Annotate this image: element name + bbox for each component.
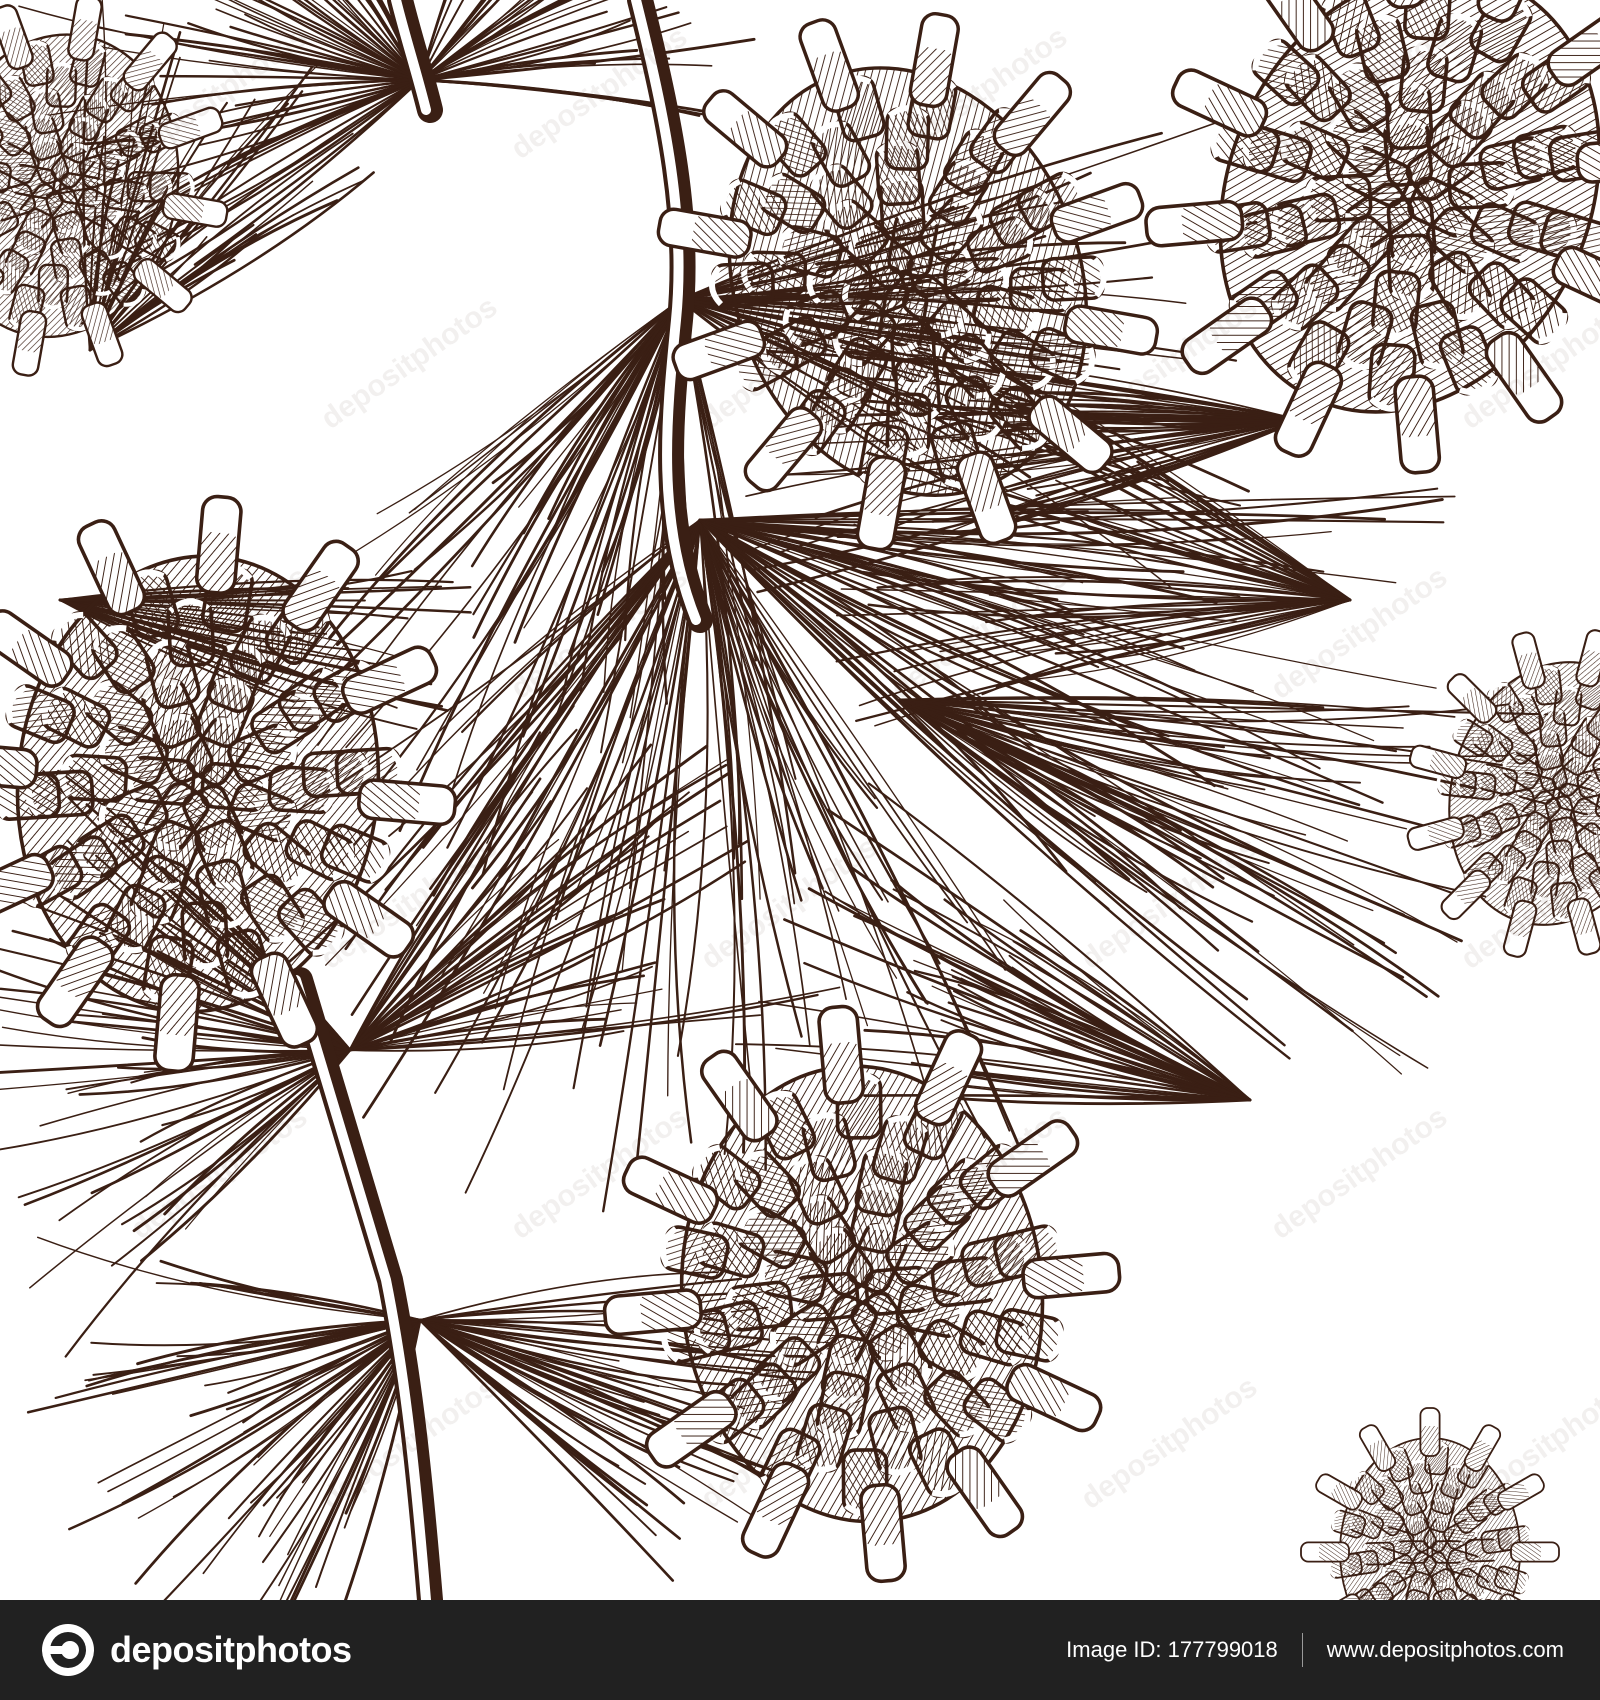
cone-outer-scale-shade (1575, 649, 1600, 687)
meta-divider (1301, 1633, 1303, 1667)
cone-outer-scale-shade (1181, 201, 1243, 243)
image-meta: Image ID: 177799018 www.depositphotos.co… (1066, 1633, 1564, 1667)
cone-scale (1040, 255, 1107, 302)
cone-outer-scale (859, 1482, 907, 1584)
cone-outer-scale (817, 1004, 866, 1105)
watermark: depositphotos (1075, 1370, 1263, 1516)
cone-outer-scale (602, 1288, 703, 1337)
watermark: depositphotos (125, 1100, 313, 1246)
cone-scale-body (1040, 255, 1105, 302)
cone-outer-scale (357, 778, 458, 827)
cone-scale-body (711, 261, 776, 308)
pine-cone (0, 0, 229, 377)
pine-branch-illustration: depositphotos depositphotos depositphotos d… (0, 0, 1600, 1600)
cone-outer-scale (1144, 199, 1245, 248)
cone-outer-scale (1419, 1407, 1441, 1457)
cone-scale (709, 261, 776, 308)
stock-image-view: depositphotos depositphotos depositphotos d… (0, 0, 1600, 1700)
cone-outer-scale-shade (1420, 1426, 1440, 1456)
site-url-link[interactable]: www.depositphotos.com (1327, 1637, 1564, 1663)
cone-outer-scale-shade (1394, 375, 1437, 438)
cone-outer-scale (644, 1389, 738, 1469)
depositphotos-logo-icon (42, 1624, 94, 1676)
cone-outer-scale (1021, 1251, 1122, 1300)
cone-outer-scale-shade (1511, 1542, 1542, 1562)
stock-footer-bar: depositphotos Image ID: 177799018 www.de… (0, 1600, 1600, 1700)
cone-outer-scale-shade (821, 1041, 864, 1104)
cone-outer-scale (1393, 374, 1442, 475)
cone-outer-scale-shade (196, 531, 239, 594)
cone-outer-scale-shade (358, 779, 420, 822)
cone-outer-scale-shade (1318, 1542, 1349, 1562)
watermark: depositphotos (695, 830, 883, 976)
cone-outer-scale-shade (0, 746, 38, 789)
cone-outer-scale (153, 972, 201, 1074)
cone-outer-scale-shade (860, 1484, 903, 1546)
cone-outer-scale-shade (1022, 1256, 1085, 1299)
brand-logo[interactable]: depositphotos (40, 1622, 352, 1678)
cone-outer-scale-shade (640, 1289, 702, 1332)
cone-outer-scale (1300, 1541, 1350, 1563)
cone-outer-scale (1575, 629, 1600, 688)
cone-outer-scale (194, 494, 243, 595)
pine-cone (602, 1004, 1122, 1584)
watermark: depositphotos (315, 290, 503, 436)
cone-outer-scale (1510, 1541, 1560, 1563)
image-id-label: Image ID: 177799018 (1066, 1637, 1278, 1662)
cone-outer-scale-shade (157, 974, 200, 1036)
pine-cone (1300, 1407, 1560, 1600)
watermark: depositphotos (1265, 1100, 1453, 1246)
brand-name: depositphotos (110, 1629, 352, 1670)
